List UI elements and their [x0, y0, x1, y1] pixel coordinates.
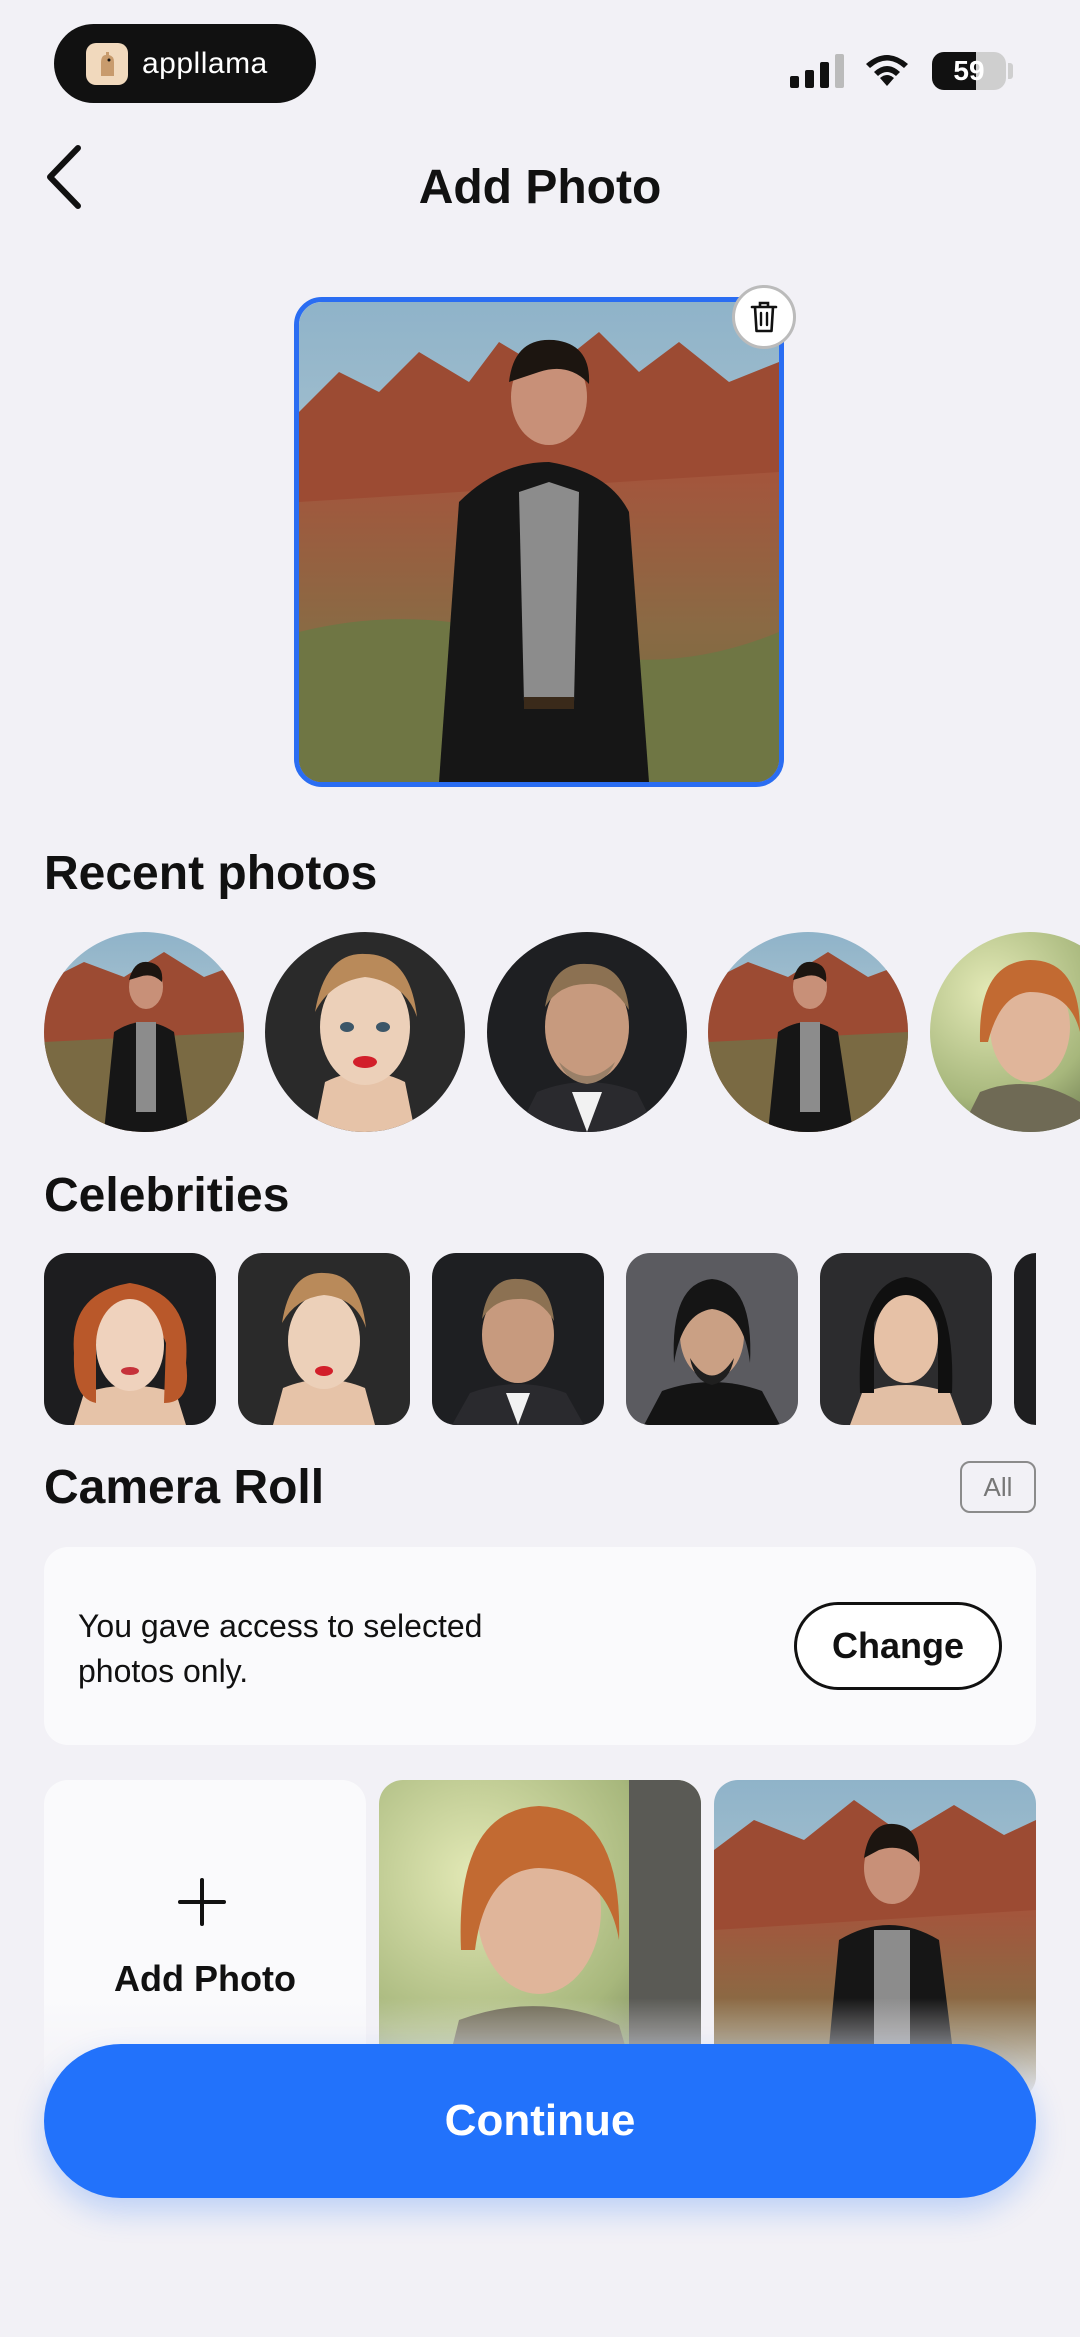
change-access-button[interactable]: Change [794, 1602, 1002, 1690]
celebrity-tile-2[interactable] [238, 1253, 410, 1425]
recent-photo-5[interactable] [930, 932, 1080, 1132]
cellular-signal-icon [790, 52, 844, 88]
wifi-icon [866, 55, 908, 86]
selected-photo[interactable] [294, 297, 784, 787]
page-title: Add Photo [418, 161, 662, 214]
recording-pill: appllama [54, 24, 316, 103]
add-photo-label: Add Photo [114, 1958, 296, 1999]
battery-percent: 59 [953, 55, 985, 86]
recent-photos-title: Recent photos [44, 847, 378, 900]
delete-photo-button[interactable] [732, 285, 796, 349]
desert-man-photo [299, 302, 779, 782]
trash-icon [750, 301, 778, 333]
recent-photo-4[interactable] [708, 932, 908, 1132]
llama-logo-icon [86, 42, 128, 85]
recent-photo-3[interactable] [487, 932, 687, 1132]
brand-label: appllama [142, 46, 268, 80]
camera-roll-title: Camera Roll [44, 1461, 325, 1514]
access-message: You gave access to selected photos only. [78, 1608, 483, 1689]
plus-icon [178, 1878, 226, 1926]
recent-photo-1[interactable] [44, 932, 244, 1132]
recent-photo-2[interactable] [265, 932, 465, 1132]
celebrity-tile-4[interactable] [626, 1253, 798, 1425]
continue-button[interactable]: Continue [44, 2044, 1036, 2198]
battery-tip [1008, 63, 1013, 79]
celebrity-tile-3[interactable] [432, 1253, 604, 1425]
celebrity-tile-5[interactable] [820, 1253, 992, 1425]
celebrities-title: Celebrities [44, 1169, 290, 1222]
celebrity-tile-1[interactable] [44, 1253, 216, 1425]
battery-indicator: 59 [932, 52, 1006, 90]
all-button[interactable]: All [960, 1461, 1036, 1513]
celebrity-tile-6[interactable] [1014, 1253, 1036, 1425]
